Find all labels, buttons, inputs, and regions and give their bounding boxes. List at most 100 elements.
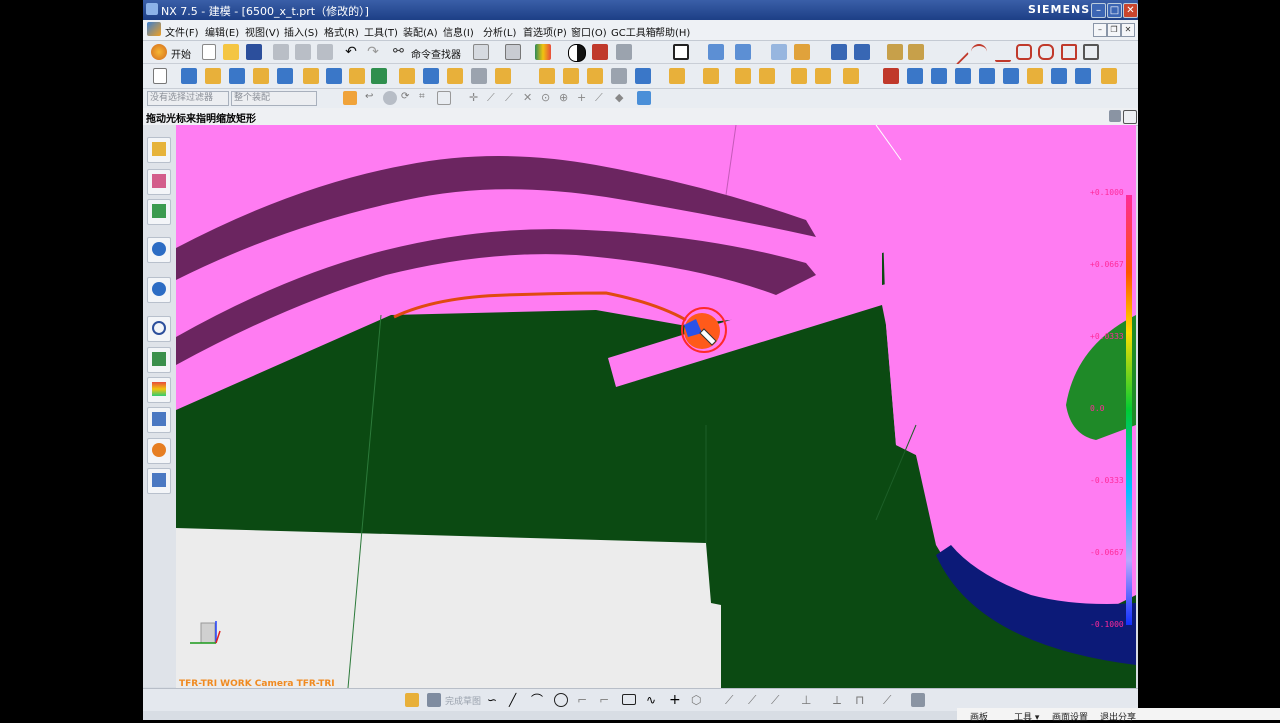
web-browser-tab[interactable]: [147, 277, 171, 303]
menu-assemblies[interactable]: 装配(A): [403, 24, 438, 39]
history-tab[interactable]: [147, 316, 171, 342]
reuse-library-tab[interactable]: [147, 237, 171, 263]
polygon-icon[interactable]: [1016, 44, 1032, 60]
refresh-icon[interactable]: ⟳: [401, 91, 415, 105]
trim-sheet-icon[interactable]: [1027, 68, 1043, 84]
chamfer-tool-icon[interactable]: ⌐: [599, 693, 615, 709]
groove-icon[interactable]: [423, 68, 439, 84]
measure-icon[interactable]: [854, 44, 870, 60]
cylinder-icon[interactable]: [253, 68, 269, 84]
synchronous-icon[interactable]: [883, 68, 899, 84]
arc-tool-icon[interactable]: ⌒: [531, 693, 547, 709]
snap-point-icon[interactable]: ↩: [365, 91, 379, 105]
intersection-snap-icon[interactable]: ✕: [523, 91, 537, 105]
start-button[interactable]: 开始: [171, 46, 191, 61]
snap-icon[interactable]: [505, 44, 521, 60]
sphere-icon[interactable]: [277, 68, 293, 84]
nx-app-icon[interactable]: [146, 3, 158, 15]
point-on-curve-snap-icon[interactable]: ⟋: [595, 91, 609, 105]
assembly-filter-select[interactable]: 整个装配: [231, 91, 317, 106]
offset-tool-icon[interactable]: ⬡: [691, 693, 707, 709]
sew-icon[interactable]: [1003, 68, 1019, 84]
pattern-icon[interactable]: [669, 68, 685, 84]
menu-view[interactable]: 视图(V): [245, 24, 280, 39]
profile-icon[interactable]: ∽: [487, 693, 503, 709]
doc-minimize-button[interactable]: –: [1093, 23, 1107, 37]
menu-tools[interactable]: 工具(T): [364, 24, 398, 39]
manufacturing-wizard-tab[interactable]: [147, 407, 171, 433]
point-tool-icon[interactable]: +: [669, 693, 685, 709]
slot-icon[interactable]: [399, 68, 415, 84]
point-on-face-snap-icon[interactable]: ◆: [615, 91, 629, 105]
thicken-icon[interactable]: [1075, 68, 1091, 84]
rectangle-tool-icon[interactable]: [622, 694, 636, 705]
restore-button[interactable]: □: [1107, 3, 1122, 18]
sketch-settings-icon[interactable]: [911, 693, 925, 707]
constraint-navigator-tab[interactable]: [147, 169, 171, 195]
studio-spline-icon[interactable]: ∿: [646, 693, 662, 709]
finish-sketch-icon[interactable]: [427, 693, 441, 707]
exit-share-button[interactable]: 退出分享: [1100, 710, 1136, 723]
copy-icon[interactable]: [295, 44, 311, 60]
extrude-icon[interactable]: [181, 68, 197, 84]
wcs-icon[interactable]: [735, 44, 751, 60]
dimension-icon[interactable]: ⟂: [833, 693, 849, 709]
system-scenes-tab[interactable]: [147, 468, 171, 494]
fillet-tool-icon[interactable]: ⌐: [577, 693, 593, 709]
doc-restore-button[interactable]: ❐: [1107, 23, 1121, 37]
save-icon[interactable]: [246, 44, 262, 60]
shading-icon[interactable]: [616, 44, 632, 60]
nx-menu-icon[interactable]: [147, 22, 161, 36]
select-tool-icon[interactable]: [473, 44, 489, 60]
circle-tool-icon[interactable]: [554, 693, 568, 707]
draft-icon[interactable]: [611, 68, 627, 84]
graphics-viewport[interactable]: +0.1000 +0.0667 +0.0333 0.0 -0.0333 -0.0…: [176, 125, 1136, 688]
sketch-task-icon[interactable]: [405, 693, 419, 707]
type-filter-select[interactable]: 没有选择过滤器: [147, 91, 229, 106]
assembly-navigator-tab[interactable]: [147, 137, 171, 163]
offset-curve-icon[interactable]: [1061, 44, 1077, 60]
menu-window[interactable]: 窗口(O): [571, 24, 607, 39]
orient-view-icon[interactable]: [708, 44, 724, 60]
bounded-plane-icon[interactable]: [979, 68, 995, 84]
angle-icon[interactable]: [908, 44, 924, 60]
screen-settings-button[interactable]: 画面设置: [1052, 710, 1088, 723]
show-constraints-icon[interactable]: ⟋: [883, 693, 899, 709]
rectangle-select-icon[interactable]: [437, 91, 451, 105]
system-materials-tab[interactable]: [147, 347, 171, 373]
curve-icon[interactable]: [1038, 44, 1054, 60]
move-object-icon[interactable]: [831, 44, 847, 60]
new-file-icon[interactable]: [202, 44, 216, 60]
paste-icon[interactable]: [317, 44, 333, 60]
chamfer-icon[interactable]: [563, 68, 579, 84]
control-point-snap-icon[interactable]: ⟋: [505, 91, 519, 105]
distance-icon[interactable]: [887, 44, 903, 60]
sketch-icon[interactable]: [153, 68, 167, 84]
constraints-icon[interactable]: ⊥: [801, 693, 817, 709]
move-face-icon[interactable]: [791, 68, 807, 84]
menu-information[interactable]: 信息(I): [443, 24, 474, 39]
swept-icon[interactable]: [955, 68, 971, 84]
extend-icon[interactable]: [1051, 68, 1067, 84]
menu-file[interactable]: 文件(F): [165, 24, 199, 39]
model-view[interactable]: +0.1000 +0.0667 +0.0333 0.0 -0.0333 -0.0…: [176, 125, 1136, 688]
mirror-icon[interactable]: [703, 68, 719, 84]
surface-icon[interactable]: [907, 68, 923, 84]
open-folder-icon[interactable]: [223, 44, 239, 60]
pocket-icon[interactable]: [349, 68, 365, 84]
resize-face-icon[interactable]: [843, 68, 859, 84]
revolve-icon[interactable]: [205, 68, 221, 84]
delete-face-icon[interactable]: [815, 68, 831, 84]
close-button[interactable]: ✕: [1123, 3, 1138, 18]
display-shaded-icon[interactable]: [568, 44, 586, 62]
board-button[interactable]: 画板: [970, 710, 988, 723]
menu-insert[interactable]: 插入(S): [284, 24, 318, 39]
binoculars-icon[interactable]: ⚯: [393, 44, 409, 60]
project-curve-icon[interactable]: [1083, 44, 1099, 60]
circle-snap-icon[interactable]: [383, 91, 397, 105]
through-curves-icon[interactable]: [931, 68, 947, 84]
quick-extend-icon[interactable]: ⟋: [748, 693, 764, 709]
tools-button[interactable]: 工具 ▾: [1014, 710, 1039, 723]
cue-line-settings-icon[interactable]: [1109, 110, 1121, 122]
endpoint-snap-icon[interactable]: ✛: [469, 91, 483, 105]
